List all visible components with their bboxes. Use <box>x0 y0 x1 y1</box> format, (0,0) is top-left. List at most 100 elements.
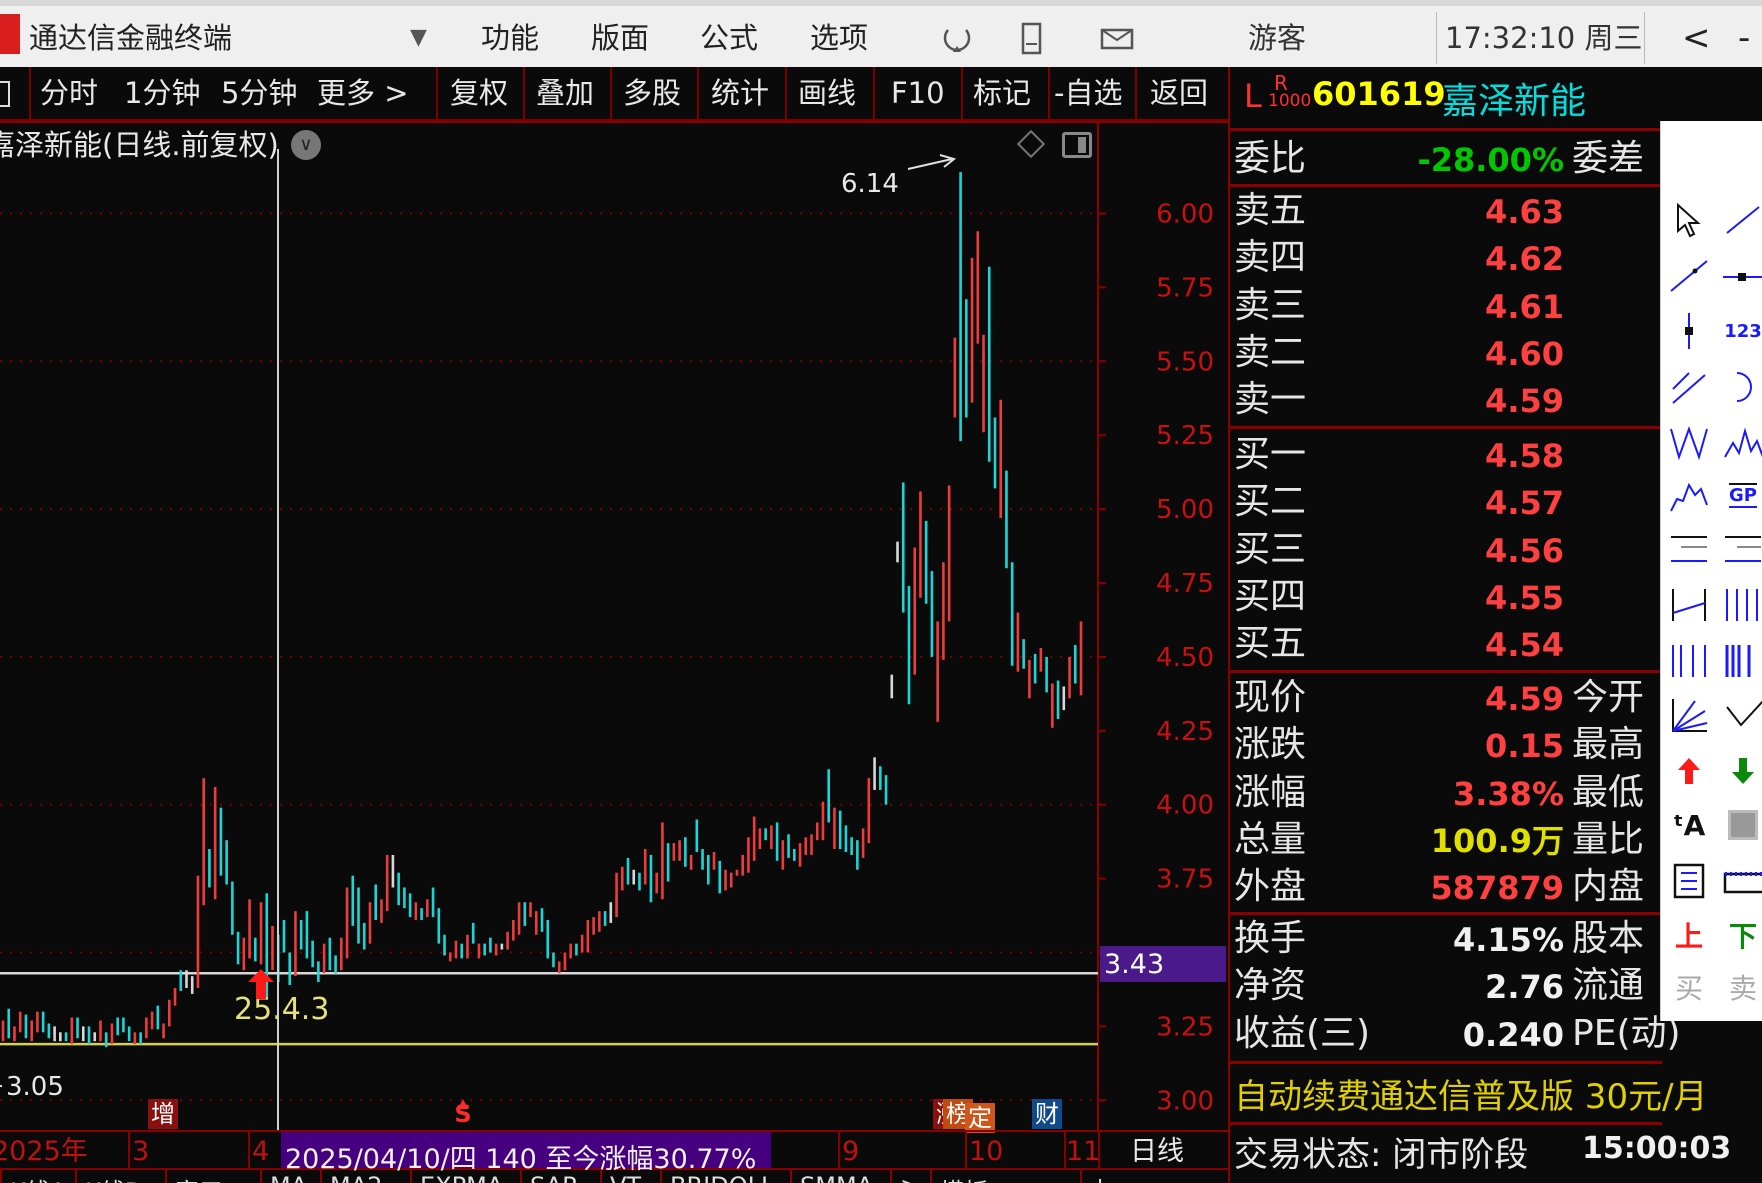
limit-up-icon[interactable]: 上 <box>1669 915 1709 955</box>
period-1min[interactable]: 1分钟 <box>124 75 200 111</box>
phone-icon[interactable] <box>1020 22 1044 56</box>
arc-icon[interactable] <box>1723 367 1762 407</box>
btn-f10[interactable]: F10 <box>891 75 945 111</box>
indicator-tab[interactable]: SMMA <box>790 1170 881 1183</box>
period-daily-button[interactable]: 日线 <box>1130 1137 1184 1167</box>
indicator-tab[interactable]: K线A <box>0 1170 74 1183</box>
divider <box>29 67 31 121</box>
price-curve-icon[interactable] <box>1669 475 1709 515</box>
down-arrow-line-icon[interactable] <box>1723 695 1762 735</box>
divider <box>1048 67 1050 121</box>
indicator-tab[interactable]: + <box>1080 1170 1118 1183</box>
mail-icon[interactable] <box>1100 24 1138 52</box>
horizontal-line-icon[interactable] <box>1723 257 1762 297</box>
value: 2.76 <box>1485 968 1564 1007</box>
menu-layout[interactable]: 版面 <box>591 20 649 56</box>
date-month: 11 <box>1066 1136 1101 1167</box>
golden-price-icon[interactable]: GP <box>1723 475 1762 515</box>
refresh-icon[interactable] <box>940 24 974 54</box>
promo-banner[interactable]: 自动续费通达信普及版 30元/月 <box>1234 1069 1708 1118</box>
btn-watchlist-remove[interactable]: -自选 <box>1054 75 1122 111</box>
menu-formula[interactable]: 公式 <box>700 20 758 56</box>
divider <box>1135 67 1137 121</box>
ray-line-icon[interactable] <box>1669 257 1709 297</box>
indicator-tab[interactable]: MA <box>260 1170 315 1183</box>
event-marker-finance[interactable]: 财 <box>1032 1099 1062 1129</box>
indicator-tab[interactable]: VT <box>600 1170 649 1183</box>
indicator-tab[interactable]: > <box>890 1170 928 1183</box>
gann-time-icon[interactable] <box>1723 641 1762 681</box>
indicator-tab[interactable]: MA2 <box>320 1170 390 1183</box>
btn-multi-stock[interactable]: 多股 <box>623 75 681 111</box>
divider <box>785 67 787 121</box>
window-toggle-icon[interactable] <box>1062 132 1092 158</box>
dropdown-arrow-icon[interactable]: ▼ <box>410 20 427 56</box>
low-price-label: 3.05 <box>6 1072 64 1102</box>
vertical-line-icon[interactable] <box>1669 311 1709 351</box>
parallel-line-icon[interactable] <box>1669 367 1709 407</box>
wave-w-icon[interactable] <box>1669 423 1709 463</box>
sell-mark-icon[interactable]: 卖 <box>1723 967 1762 1007</box>
up-arrow-icon[interactable] <box>1669 751 1709 791</box>
ruler-icon[interactable] <box>1723 861 1762 901</box>
btn-adjust[interactable]: 复权 <box>450 75 508 111</box>
cursor-select-icon[interactable] <box>1669 201 1709 241</box>
text-annotation-icon[interactable]: ᵗA <box>1669 805 1709 845</box>
event-marker-increase[interactable]: 增 <box>148 1099 178 1129</box>
tool-text: 下 <box>1728 920 1757 953</box>
btn-stats[interactable]: 统计 <box>711 75 769 111</box>
down-arrow-icon[interactable] <box>1723 751 1762 791</box>
kline-canvas[interactable]: 6.00 5.75 5.50 5.25 5.00 4.75 4.50 4.25 4.00 3.75… <box>0 121 1228 1130</box>
indicator-tab[interactable]: BRIDOLL <box>660 1170 782 1183</box>
menu-functions[interactable]: 功能 <box>481 20 539 56</box>
period-intraday[interactable]: 分时 <box>40 75 98 111</box>
panel-toggle-icon[interactable] <box>0 81 10 107</box>
signal-date-label: 25.4.3 <box>234 992 330 1027</box>
event-marker-fixed[interactable]: 定 <box>965 1103 995 1133</box>
price-tick-label: 5.50 <box>1156 347 1214 377</box>
label: 外盘 <box>1234 866 1307 908</box>
wave-pattern-icon[interactable] <box>1723 423 1762 463</box>
menu-options[interactable]: 选项 <box>810 20 868 56</box>
bid-row: 买二 4.57 <box>1230 479 1662 525</box>
btn-mark[interactable]: 标记 <box>973 75 1031 111</box>
buy-mark-icon[interactable]: 买 <box>1669 967 1709 1007</box>
divider <box>1230 426 1662 429</box>
limit-down-icon[interactable]: 下 <box>1723 915 1762 955</box>
line-segment-icon[interactable] <box>1723 201 1762 241</box>
fundamental-row: 换手 4.15% 股本 <box>1230 916 1662 962</box>
event-marker-s[interactable]: S <box>452 1099 474 1129</box>
rectangle-icon[interactable] <box>1723 805 1762 845</box>
period-5min[interactable]: 5分钟 <box>221 75 297 111</box>
marker-text: 增 <box>151 1100 175 1128</box>
stat-row: 现价 4.59 今开 <box>1230 675 1662 721</box>
btn-return[interactable]: 返回 <box>1150 75 1208 111</box>
indicator-tab[interactable]: SAR <box>520 1170 587 1183</box>
user-guest[interactable]: 游客 <box>1248 20 1306 56</box>
indicator-tab[interactable]: 模板 <box>930 1170 996 1183</box>
indicator-tab[interactable]: 窗口 <box>165 1170 231 1183</box>
indicator-tab[interactable]: EXPMA <box>410 1170 511 1183</box>
chart-options-icon[interactable]: ∨ <box>291 130 321 160</box>
value: 0.15 <box>1485 727 1564 766</box>
back-button[interactable]: < <box>1682 20 1711 56</box>
kline-chart[interactable]: 6.00 5.75 5.50 5.25 5.00 4.75 4.50 4.25 4.00 3.75… <box>0 121 1228 1133</box>
btn-overlay[interactable]: 叠加 <box>536 75 594 111</box>
value: 4.15% <box>1452 921 1564 959</box>
fibonacci-time-icon[interactable] <box>1669 641 1709 681</box>
minimize-button[interactable]: - <box>1738 20 1750 56</box>
price-label-icon[interactable]: 123 <box>1723 311 1762 351</box>
text-lines-icon[interactable] <box>1723 529 1762 569</box>
indicator-tab[interactable]: K线B <box>75 1170 149 1183</box>
period-more[interactable]: 更多 > <box>317 75 409 111</box>
btn-draw[interactable]: 画线 <box>798 75 856 111</box>
price-tick-label: 5.75 <box>1156 273 1214 303</box>
cursor-price-box: 3.43 <box>1100 946 1226 982</box>
span-line-icon[interactable] <box>1669 585 1709 625</box>
label: 买四 <box>1234 575 1307 617</box>
gann-fan-icon[interactable] <box>1669 695 1709 735</box>
cycle-lines-icon[interactable] <box>1723 585 1762 625</box>
notes-icon[interactable] <box>1669 861 1709 901</box>
percent-lines-icon[interactable] <box>1669 529 1709 569</box>
value: 4.59 <box>1485 382 1564 421</box>
